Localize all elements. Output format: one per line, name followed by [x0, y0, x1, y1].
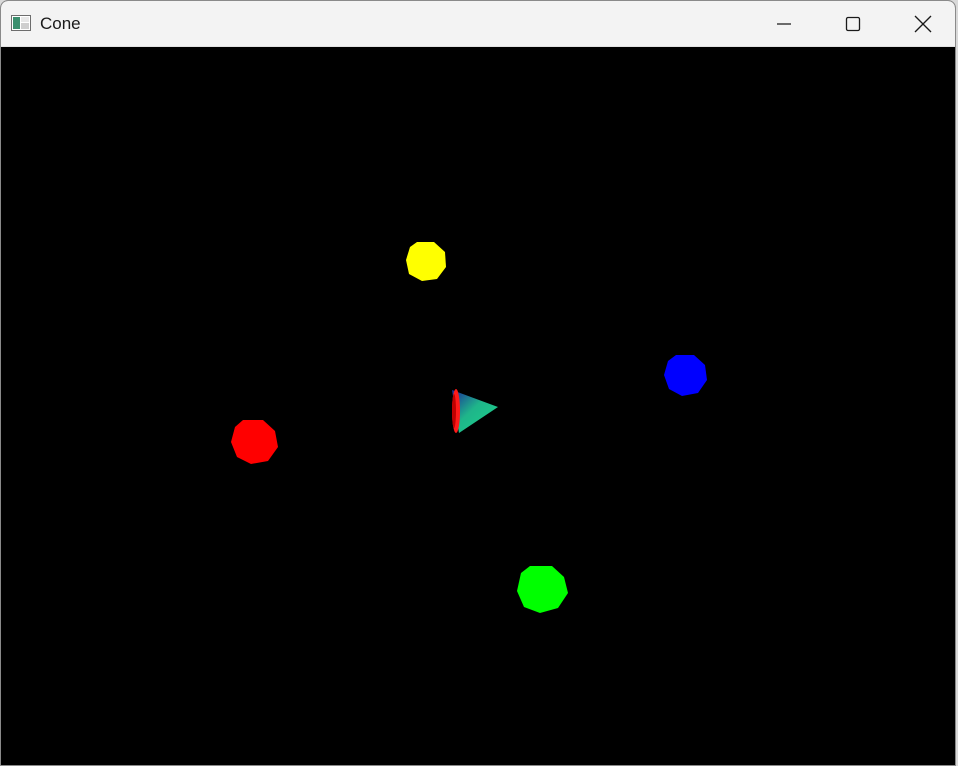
app-window: Cone [0, 0, 956, 766]
close-button[interactable] [900, 1, 946, 47]
cone-shape [452, 389, 498, 433]
yellow-sphere [406, 242, 446, 281]
maximize-icon [845, 16, 861, 32]
minimize-icon [777, 23, 791, 25]
window-title: Cone [40, 14, 81, 33]
app-window-icon [11, 15, 31, 31]
blue-sphere [664, 355, 707, 396]
close-icon [914, 15, 932, 33]
minimize-button[interactable] [761, 1, 807, 47]
maximize-button[interactable] [830, 1, 876, 47]
render-viewport[interactable] [1, 47, 955, 765]
green-sphere [517, 566, 568, 613]
title-bar[interactable]: Cone [1, 1, 955, 47]
scene-svg [231, 242, 707, 613]
red-sphere [231, 420, 278, 464]
